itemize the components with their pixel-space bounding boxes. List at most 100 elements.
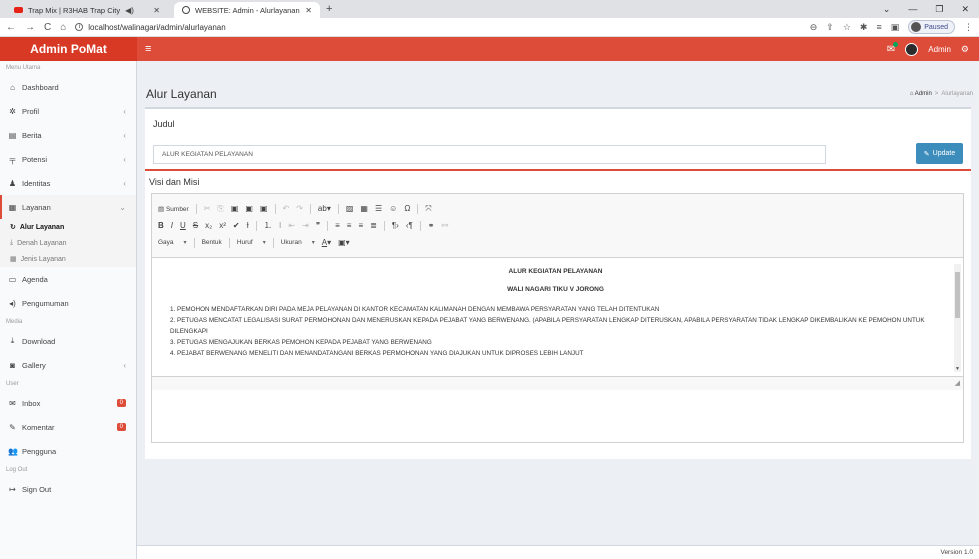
close-tab-icon[interactable]: ✕ bbox=[153, 6, 160, 15]
judul-label: Judul bbox=[153, 119, 175, 129]
reload-button[interactable]: C bbox=[44, 22, 51, 33]
scrollbar-thumb[interactable] bbox=[955, 272, 960, 318]
paste-word-icon[interactable]: ▣ bbox=[260, 204, 268, 213]
paste-icon[interactable]: ▣ bbox=[231, 204, 239, 213]
user-avatar[interactable] bbox=[905, 42, 919, 56]
quote-icon[interactable]: ❞ bbox=[316, 221, 320, 230]
sidebar-subitem-jenis-layanan[interactable]: ▦ Jenis Layanan bbox=[0, 251, 136, 267]
underline-icon[interactable]: U bbox=[180, 221, 186, 230]
home-button[interactable]: ⌂ bbox=[60, 22, 66, 33]
back-button[interactable]: ← bbox=[6, 22, 16, 33]
browser-tab-active[interactable]: WEBSITE: Admin - Alurlayanan ✕ bbox=[174, 2, 320, 18]
bg-color-icon[interactable]: ▣▾ bbox=[338, 238, 350, 247]
sidebar-item-pengguna[interactable]: 👥 Pengguna bbox=[0, 439, 136, 463]
new-tab-button[interactable]: + bbox=[326, 2, 332, 18]
paste-text-icon[interactable]: ▣ bbox=[245, 204, 253, 213]
smiley-icon[interactable]: ☺ bbox=[389, 204, 397, 213]
scroll-down-icon[interactable]: ▼ bbox=[954, 366, 961, 372]
format-dropdown[interactable]: Bentuk bbox=[202, 239, 222, 246]
mail-icon[interactable]: ✉ bbox=[887, 41, 899, 55]
star-icon[interactable]: ☆ bbox=[843, 22, 851, 33]
unlink-icon[interactable]: ⚯ bbox=[441, 221, 448, 230]
font-dropdown[interactable]: Huruf ▾ bbox=[237, 239, 266, 246]
sidebar-subitem-alur-layanan[interactable]: ↻ Alur Layanan bbox=[0, 219, 136, 235]
judul-input[interactable]: ALUR KEGIATAN PELAYANAN bbox=[153, 145, 826, 164]
minimize-button[interactable]: — bbox=[908, 4, 917, 14]
profile-button[interactable]: Paused bbox=[908, 20, 955, 34]
breadcrumb-home[interactable]: ⌂ Admin bbox=[910, 91, 932, 97]
source-button[interactable]: ▤ Sumber bbox=[158, 205, 189, 213]
sidebar-item-potensi[interactable]: ╤ Potensi ‹ bbox=[0, 147, 136, 171]
hr-icon[interactable]: ☰ bbox=[375, 204, 382, 213]
close-window-button[interactable]: ✕ bbox=[961, 4, 969, 15]
sidebar-item-profil[interactable]: ✲ Profil ‹ bbox=[0, 99, 136, 123]
update-button[interactable]: ✎ Update bbox=[916, 143, 963, 164]
sidebar-item-agenda[interactable]: ▭ Agenda bbox=[0, 267, 136, 291]
rtl-icon[interactable]: ‹¶ bbox=[406, 221, 413, 230]
sidebar-item-pengumuman[interactable]: ◂) Pengumuman bbox=[0, 291, 136, 315]
align-justify-icon[interactable]: ≣ bbox=[370, 221, 377, 230]
align-left-icon[interactable]: ≡ bbox=[335, 221, 340, 230]
sidebar-item-berita[interactable]: ▤ Berita ‹ bbox=[0, 123, 136, 147]
forward-button[interactable]: → bbox=[25, 22, 35, 33]
numbered-list-icon[interactable]: ⒈ bbox=[264, 220, 272, 231]
sidebar-item-gallery[interactable]: ◙ Gallery ‹ bbox=[0, 353, 136, 377]
sidebar-item-identitas[interactable]: ♟ Identitas ‹ bbox=[0, 171, 136, 195]
editor-content[interactable]: ALUR KEGIATAN PELAYANAN WALI NAGARI TIKU… bbox=[152, 258, 963, 376]
browser-tab-youtube[interactable]: Trap Mix | R3HAB Trap City ◀) ✕ bbox=[6, 2, 168, 18]
size-dropdown[interactable]: Ukuran ▾ bbox=[281, 239, 315, 246]
sidepanel-icon[interactable]: ▣ bbox=[891, 22, 900, 33]
bold-icon[interactable]: B bbox=[158, 221, 164, 230]
italic-icon[interactable]: I bbox=[171, 221, 173, 230]
undo-icon[interactable]: ↶ bbox=[283, 204, 290, 213]
share-icon[interactable]: ⇪ bbox=[826, 22, 834, 33]
media-icon[interactable]: ≡ bbox=[876, 22, 881, 32]
copy-format-icon[interactable]: ✔ bbox=[233, 221, 240, 230]
cut-icon[interactable]: ✂ bbox=[204, 204, 211, 213]
superscript-icon[interactable]: x² bbox=[219, 221, 226, 230]
app-logo[interactable]: Admin PoMat bbox=[0, 37, 137, 61]
speaker-icon[interactable]: ◀) bbox=[125, 6, 134, 15]
remove-format-icon[interactable]: Ɨ bbox=[247, 221, 249, 230]
copy-icon[interactable]: ⎘ bbox=[217, 204, 223, 214]
text-color-icon[interactable]: A▾ bbox=[322, 238, 331, 247]
ltr-icon[interactable]: ¶› bbox=[392, 221, 399, 230]
omega-icon[interactable]: Ω bbox=[404, 204, 410, 213]
info-icon[interactable]: i bbox=[75, 23, 84, 31]
user-name[interactable]: Admin bbox=[928, 45, 951, 54]
sidebar-item-dashboard[interactable]: ⌂ Dashboard bbox=[0, 75, 136, 99]
extensions-icon[interactable]: ✱ bbox=[860, 22, 868, 33]
align-right-icon[interactable]: ≡ bbox=[358, 221, 363, 230]
gear-icon[interactable]: ⚙ bbox=[961, 44, 969, 55]
style-dropdown[interactable]: Gaya ▾ bbox=[158, 239, 187, 246]
zoom-icon[interactable]: ⊖ bbox=[810, 22, 818, 33]
close-tab-icon[interactable]: ✕ bbox=[305, 6, 312, 15]
maximize-icon[interactable]: ⤧ bbox=[425, 204, 431, 214]
sidebar-item-layanan[interactable]: ▦ Layanan ⌄ bbox=[0, 195, 136, 219]
sidebar-item-inbox[interactable]: ✉ Inbox 0 bbox=[0, 391, 136, 415]
spellcheck-icon[interactable]: ab▾ bbox=[318, 204, 331, 213]
maximize-button[interactable]: ❐ bbox=[935, 4, 943, 15]
link-icon[interactable]: ⚭ bbox=[428, 221, 435, 230]
sidebar-item-signout[interactable]: ↦ Sign Out bbox=[0, 477, 136, 501]
resize-handle-icon[interactable]: ◢ bbox=[955, 379, 960, 387]
outdent-icon[interactable]: ⇤ bbox=[288, 221, 295, 230]
image-icon[interactable]: ▨ bbox=[346, 204, 354, 213]
bullet-list-icon[interactable]: ⁝ bbox=[279, 221, 282, 230]
sidebar-item-komentar[interactable]: ✎ Komentar 0 bbox=[0, 415, 136, 439]
strike-icon[interactable]: S bbox=[193, 221, 198, 230]
url-field[interactable]: i localhost/walinagari/admin/alurlayanan bbox=[75, 23, 226, 32]
menu-icon[interactable]: ⋮ bbox=[964, 22, 973, 33]
hamburger-icon[interactable]: ≡ bbox=[145, 43, 151, 55]
subscript-icon[interactable]: x₂ bbox=[205, 221, 212, 230]
editor-scrollbar[interactable]: ▼ bbox=[954, 264, 961, 372]
align-center-icon[interactable]: ≡ bbox=[347, 221, 352, 230]
redo-icon[interactable]: ↷ bbox=[296, 204, 303, 213]
table-icon[interactable]: ▦ bbox=[360, 204, 368, 213]
sidebar-subitem-denah-layanan[interactable]: ⤓ Denah Layanan bbox=[0, 235, 136, 251]
sidebar-item-download[interactable]: ⤓ Download bbox=[0, 329, 136, 353]
chevron-down-icon[interactable]: ⌄ bbox=[883, 4, 891, 15]
sidebar-item-label: Inbox bbox=[22, 398, 41, 408]
version-text: Version 1.0 bbox=[940, 549, 973, 556]
indent-icon[interactable]: ⇥ bbox=[302, 221, 309, 230]
